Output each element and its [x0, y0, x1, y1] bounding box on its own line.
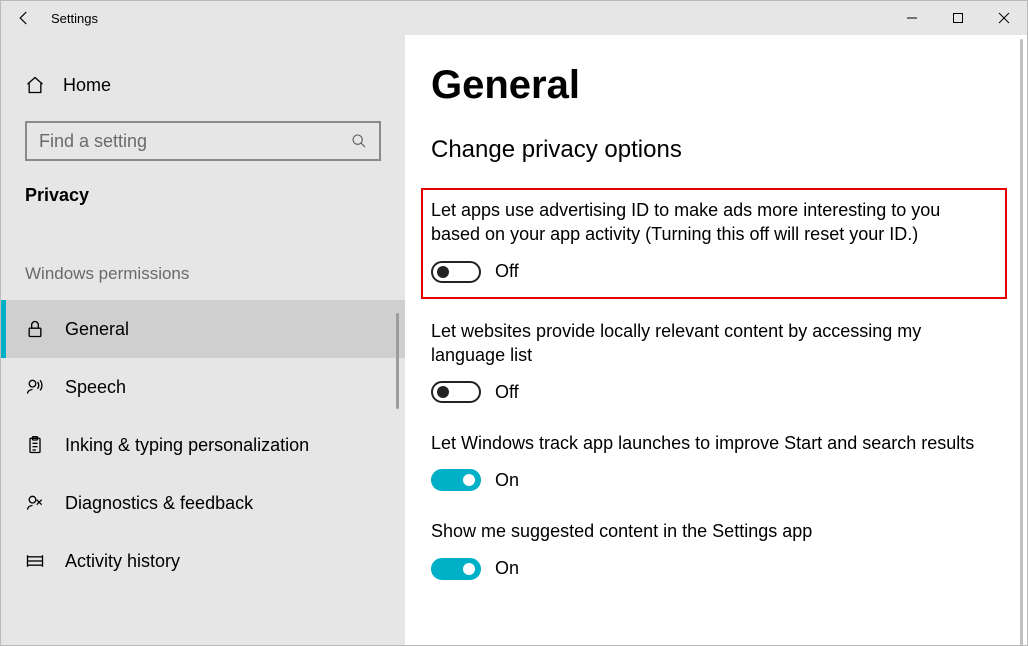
content-pane: General Change privacy options Let apps … — [405, 35, 1027, 645]
option-label: Show me suggested content in the Setting… — [431, 519, 991, 543]
window-title: Settings — [47, 11, 98, 26]
toggle-suggested-content[interactable] — [431, 558, 481, 580]
home-nav[interactable]: Home — [1, 57, 405, 113]
option-label: Let websites provide locally relevant co… — [431, 319, 991, 368]
toggle-state-text: On — [495, 470, 519, 491]
history-icon — [25, 551, 45, 571]
option-label: Let apps use advertising ID to make ads … — [431, 198, 991, 247]
toggle-language-list[interactable] — [431, 381, 481, 403]
home-label: Home — [63, 75, 111, 96]
sidebar-item-label: Speech — [65, 377, 126, 398]
back-button[interactable] — [1, 1, 47, 35]
option-suggested-content: Show me suggested content in the Setting… — [431, 519, 991, 579]
toggle-state-text: Off — [495, 261, 519, 282]
sidebar-item-label: Inking & typing personalization — [65, 435, 309, 456]
search-icon — [351, 133, 367, 149]
sidebar-item-speech[interactable]: Speech — [1, 358, 405, 416]
category-header: Privacy — [1, 185, 405, 206]
content-scrollbar[interactable] — [1020, 39, 1023, 645]
close-button[interactable] — [981, 1, 1027, 35]
option-advertising-id: Let apps use advertising ID to make ads … — [431, 198, 991, 283]
sidebar-item-diagnostics[interactable]: Diagnostics & feedback — [1, 474, 405, 532]
sidebar-item-activity-history[interactable]: Activity history — [1, 532, 405, 590]
toggle-advertising-id[interactable] — [431, 261, 481, 283]
feedback-icon — [25, 493, 45, 513]
option-language-list: Let websites provide locally relevant co… — [431, 319, 991, 404]
sidebar-item-label: General — [65, 319, 129, 340]
toggle-state-text: On — [495, 558, 519, 579]
home-icon — [25, 75, 45, 95]
clipboard-icon — [25, 435, 45, 455]
search-box[interactable] — [25, 121, 381, 161]
highlight-annotation: Let apps use advertising ID to make ads … — [421, 188, 1007, 299]
search-input[interactable] — [39, 131, 351, 152]
minimize-button[interactable] — [889, 1, 935, 35]
sidebar-item-general[interactable]: General — [1, 300, 405, 358]
page-title: General — [431, 63, 991, 108]
lock-icon — [25, 319, 45, 339]
sidebar-item-label: Activity history — [65, 551, 180, 572]
maximize-button[interactable] — [935, 1, 981, 35]
titlebar: Settings — [1, 1, 1027, 35]
toggle-track-app-launches[interactable] — [431, 469, 481, 491]
sidebar-item-label: Diagnostics & feedback — [65, 493, 253, 514]
section-heading: Change privacy options — [431, 136, 991, 164]
sidebar: Home Privacy Windows permissions General — [1, 35, 405, 645]
section-header-windows-permissions: Windows permissions — [1, 264, 405, 284]
sidebar-item-inking[interactable]: Inking & typing personalization — [1, 416, 405, 474]
option-label: Let Windows track app launches to improv… — [431, 431, 991, 455]
sidebar-scrollbar[interactable] — [396, 313, 399, 409]
option-track-app-launches: Let Windows track app launches to improv… — [431, 431, 991, 491]
settings-window: Settings Home Pr — [0, 0, 1028, 646]
speech-icon — [25, 377, 45, 397]
toggle-state-text: Off — [495, 382, 519, 403]
